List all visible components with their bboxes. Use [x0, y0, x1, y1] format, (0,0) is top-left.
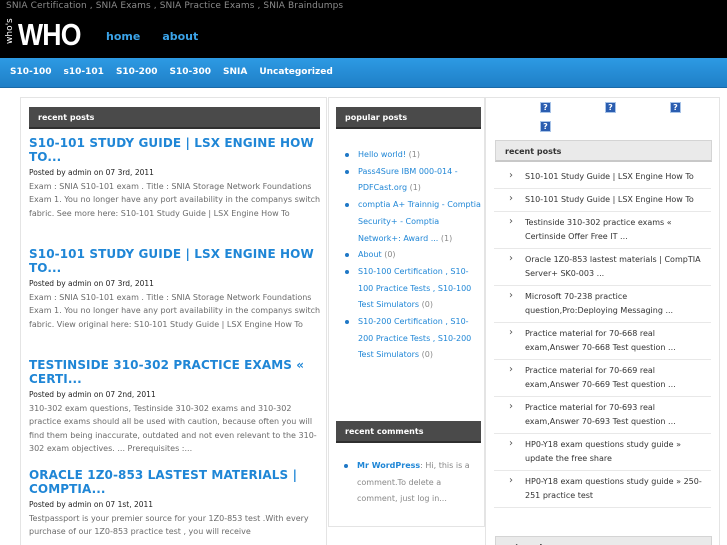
list-item: comptia A+ Trainnig - Comptia Security+ … [345, 197, 483, 247]
list-item: Mr WordPress: Hi, this is a comment.To d… [344, 458, 482, 508]
sidebar-categories-heading: categories [495, 536, 712, 545]
recent-posts-heading: recent posts [29, 107, 320, 129]
popular-posts-heading: popular posts [336, 107, 481, 129]
broken-image-icon[interactable]: ? [540, 102, 551, 113]
post-meta: Posted by admin on 07 3rd, 2011 [29, 168, 154, 177]
sidebar-post-link[interactable]: Practice material for 70-668 real exam,A… [494, 323, 711, 360]
nav-home[interactable]: home [106, 30, 140, 43]
post-item: S10-101 STUDY GUIDE | LSX ENGINE HOW TO.… [29, 247, 321, 331]
post-title-link[interactable]: TESTINSIDE 310-302 PRACTICE EXAMS « CERT… [29, 358, 321, 386]
sidebar-recent-posts-heading: recent posts [495, 140, 712, 162]
post-count: (1) [408, 150, 420, 159]
popular-post-link[interactable]: comptia A+ Trainnig - Comptia Security+ … [358, 200, 481, 242]
popular-post-link[interactable]: S10-100 Certification , S10-100 Practice… [358, 267, 471, 309]
list-item: Hello world! (1) [345, 147, 483, 164]
sidebar-post-link[interactable]: S10-101 Study Guide | LSX Engine How To [494, 166, 711, 189]
sidebar-post-link[interactable]: Microsoft 70-238 practice question,Pro:D… [494, 286, 711, 323]
post-title-link[interactable]: S10-101 STUDY GUIDE | LSX ENGINE HOW TO.… [29, 247, 321, 275]
broken-image-icon[interactable]: ? [605, 102, 616, 113]
list-item: Pass4Sure IBM 000-014 - PDFCast.org (1) [345, 164, 483, 197]
list-item: S10-200 Certification , S10-200 Practice… [345, 314, 483, 364]
post-count: (1) [409, 183, 421, 193]
post-title-link[interactable]: S10-101 STUDY GUIDE | LSX ENGINE HOW TO.… [29, 136, 321, 164]
logo-big-text: WHO [18, 17, 81, 52]
popular-posts-list: Hello world! (1) Pass4Sure IBM 000-014 -… [345, 147, 483, 364]
post-count: (0) [384, 250, 396, 260]
logo-small-text: who's [5, 18, 15, 44]
cat-s10-200[interactable]: S10-200 [116, 67, 158, 77]
popular-post-link[interactable]: About [358, 250, 382, 259]
sidebar-post-link[interactable]: Testinside 310-302 practice exams « Cert… [494, 212, 711, 249]
post-title-link[interactable]: ORACLE 1Z0-853 LASTEST MATERIALS | COMPT… [29, 468, 321, 496]
post-count: (0) [421, 300, 433, 310]
nav-about[interactable]: about [162, 30, 198, 43]
recent-comments-list: Mr WordPress: Hi, this is a comment.To d… [344, 458, 482, 508]
post-item: TESTINSIDE 310-302 PRACTICE EXAMS « CERT… [29, 358, 321, 456]
post-meta: Posted by admin on 07 2nd, 2011 [29, 390, 156, 399]
cat-s10-300[interactable]: S10-300 [169, 67, 211, 77]
popular-post-link[interactable]: S10-200 Certification , S10-200 Practice… [358, 317, 471, 359]
sidebar-post-link[interactable]: S10-101 Study Guide | LSX Engine How To [494, 189, 711, 212]
list-item: S10-100 Certification , S10-100 Practice… [345, 264, 483, 314]
post-count: (0) [421, 350, 433, 360]
main-content: recent posts S10-101 STUDY GUIDE | LSX E… [20, 97, 327, 545]
post-meta: Posted by admin on 07 1st, 2011 [29, 500, 154, 509]
post-item: S10-101 STUDY GUIDE | LSX ENGINE HOW TO.… [29, 136, 321, 220]
sidebar-post-link[interactable]: Practice material for 70-669 real exam,A… [494, 360, 711, 397]
site-tagline: SNIA Certification , SNIA Exams , SNIA P… [6, 1, 344, 11]
post-item: ORACLE 1Z0-853 LASTEST MATERIALS | COMPT… [29, 468, 321, 539]
category-bar: S10-100 s10-101 S10-200 S10-300 SNIA Unc… [0, 58, 727, 88]
recent-comments-heading: recent comments [336, 421, 481, 443]
sidebar-post-link[interactable]: Oracle 1Z0-853 lastest materials | CompT… [494, 249, 711, 286]
popular-post-link[interactable]: Hello world! [358, 150, 406, 159]
category-nav: S10-100 s10-101 S10-200 S10-300 SNIA Unc… [10, 67, 345, 77]
sidebar-post-link[interactable]: HP0-Y18 exam questions study guide » upd… [494, 434, 711, 471]
popular-post-link[interactable]: Pass4Sure IBM 000-014 - PDFCast.org [358, 167, 458, 193]
cat-snia[interactable]: SNIA [223, 67, 247, 77]
cat-uncategorized[interactable]: Uncategorized [259, 67, 332, 77]
post-excerpt: Exam : SNIA S10-101 exam . Title : SNIA … [29, 293, 321, 329]
post-excerpt: Exam : SNIA S10-101 exam . Title : SNIA … [29, 182, 321, 218]
cat-s10-101[interactable]: s10-101 [64, 67, 104, 77]
cat-s10-100[interactable]: S10-100 [10, 67, 52, 77]
comment-author-link[interactable]: Mr WordPress [357, 461, 420, 470]
sidebar-post-link[interactable]: HP0-Y18 exam questions study guide » 250… [494, 471, 711, 508]
broken-image-icon[interactable]: ? [670, 102, 681, 113]
site-header: SNIA Certification , SNIA Exams , SNIA P… [0, 0, 727, 58]
list-item: About (0) [345, 247, 483, 264]
top-nav: home about [106, 30, 198, 43]
post-meta: Posted by admin on 07 3rd, 2011 [29, 279, 154, 288]
post-excerpt: 310-302 exam questions, Testinside 310-3… [29, 404, 317, 454]
post-excerpt: Testpassport is your premier source for … [29, 514, 309, 537]
broken-image-icon[interactable]: ? [540, 121, 551, 132]
sidebar-post-link[interactable]: Practice material for 70-693 real exam,A… [494, 397, 711, 434]
sidebar-recent-posts-list: S10-101 Study Guide | LSX Engine How To … [494, 166, 711, 508]
post-count: (1) [440, 233, 453, 243]
